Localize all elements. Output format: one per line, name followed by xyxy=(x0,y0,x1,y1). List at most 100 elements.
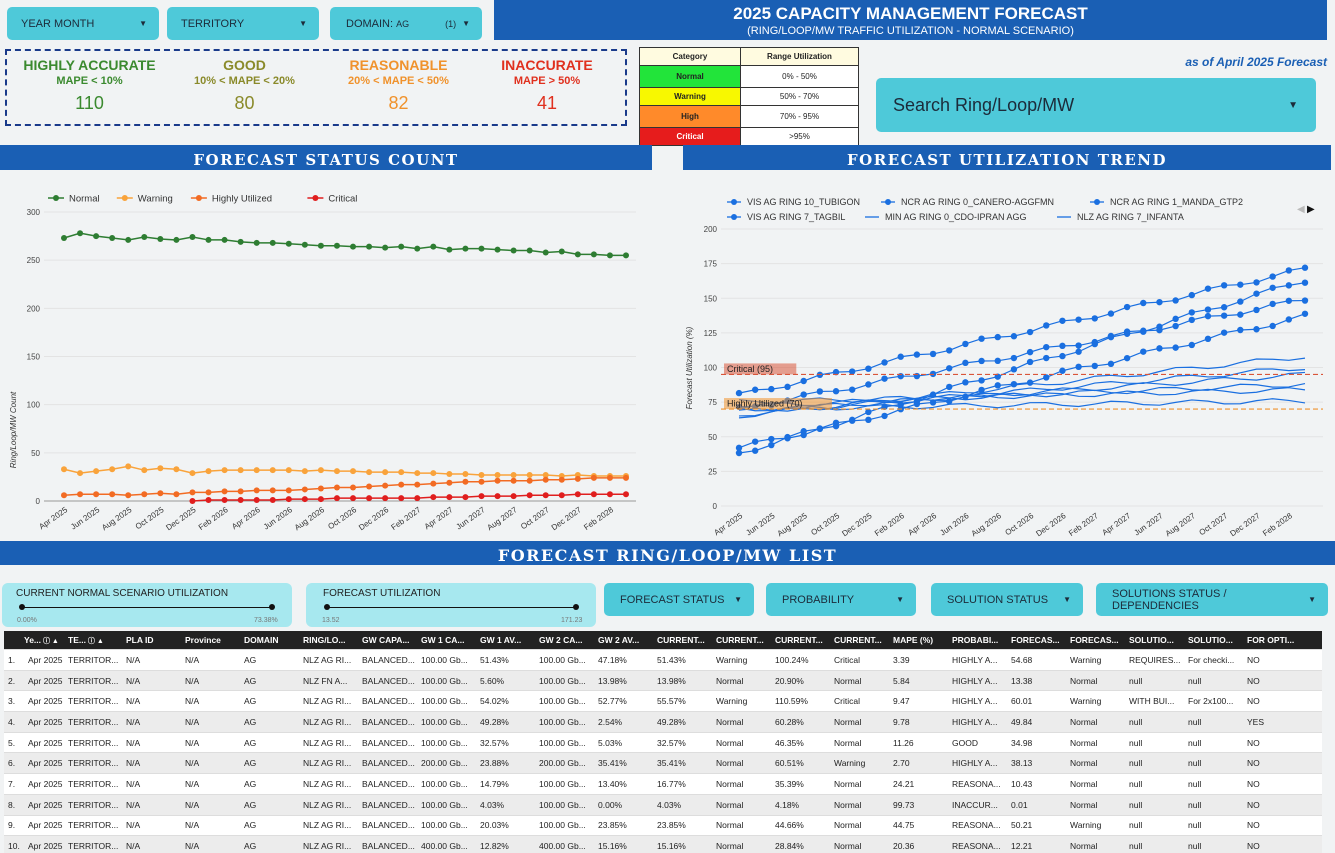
domain-dropdown[interactable]: DOMAIN: AG (1) ▼ xyxy=(330,7,482,40)
legend-label: Normal xyxy=(69,194,100,205)
sort-icon[interactable]: ⓘ ▲ xyxy=(86,638,104,645)
data-point xyxy=(382,244,389,251)
x-tick-label: Dec 2025 xyxy=(840,511,874,538)
territory-dropdown[interactable]: TERRITORY ▼ xyxy=(167,7,319,40)
table-row[interactable]: 6. Apr 2025 TERRITOR... N/A N/A AG NLZ AG RI..… xyxy=(4,753,1322,775)
page-title: 2025 CAPACITY MANAGEMENT FORECAST xyxy=(733,4,1088,23)
table-row[interactable]: 1. Apr 2025 TERRITOR... N/A N/A AG NLZ AG RI..… xyxy=(4,650,1322,671)
data-point xyxy=(1204,306,1212,313)
data-point xyxy=(1285,316,1293,323)
data-point xyxy=(1301,310,1309,317)
table-header-cell[interactable]: Province xyxy=(181,635,240,645)
data-point xyxy=(125,492,132,499)
table-header-row: Ye... ⓘ ▲ TE... ⓘ ▲ PLA ID Province DOMAIN RI… xyxy=(4,631,1322,650)
table-header-cell[interactable]: DOMAIN xyxy=(240,635,299,645)
table-header-cell[interactable]: Ye... ⓘ ▲ xyxy=(4,635,64,646)
data-point xyxy=(1204,285,1212,292)
table-row[interactable]: 4. Apr 2025 TERRITOR... N/A N/A AG NLZ AG RI..… xyxy=(4,712,1322,733)
table-cell: 34.98 xyxy=(1011,737,1033,748)
domain-value: AG xyxy=(396,18,410,29)
data-point xyxy=(494,477,501,484)
table-cell: Apr 2025 xyxy=(28,737,63,748)
data-point xyxy=(526,477,533,484)
data-point xyxy=(285,496,292,503)
table-header-cell[interactable]: SOLUTIO... xyxy=(1184,635,1243,645)
table-header-cell[interactable]: GW CAPA... xyxy=(358,635,417,645)
data-point xyxy=(301,486,308,493)
table-header-cell[interactable]: PROBABI... xyxy=(948,635,1007,645)
table-header-cell[interactable]: GW 1 CA... xyxy=(417,635,476,645)
table-cell: 12.21 xyxy=(1011,841,1033,852)
table-header-cell[interactable]: FORECAS... xyxy=(1066,635,1125,645)
data-point xyxy=(994,333,1001,341)
table-cell: 5.03% xyxy=(598,737,623,748)
threshold-label: Critical (95) xyxy=(727,364,773,374)
y-tick-label: 200 xyxy=(704,225,718,234)
table-row[interactable]: 8. Apr 2025 TERRITOR... N/A N/A AG NLZ AG RI..… xyxy=(4,794,1322,816)
table-cell: 44.75 xyxy=(893,820,915,831)
table-header-cell[interactable]: CURRENT... xyxy=(712,635,771,645)
table-header-cell[interactable]: RING/LO... xyxy=(299,635,358,645)
table-header-cell[interactable]: CURRENT... xyxy=(771,635,830,645)
legend-label: VIS AG RING 10_TUBIGON xyxy=(747,197,860,207)
table-row[interactable]: 7. Apr 2025 TERRITOR... N/A N/A AG NLZ AG RI..… xyxy=(4,774,1322,795)
table-cell: Normal xyxy=(1070,716,1098,727)
table-row[interactable]: 2. Apr 2025 TERRITOR... N/A N/A AG NLZ FN A...… xyxy=(4,670,1322,692)
sort-icon[interactable]: ⓘ ▲ xyxy=(41,638,59,645)
forecast-status-dropdown[interactable]: FORECAST STATUS ▼ xyxy=(604,583,754,616)
slider-min-handle[interactable] xyxy=(324,604,330,610)
table-row[interactable]: 5. Apr 2025 TERRITOR... N/A N/A AG NLZ AG RI..… xyxy=(4,733,1322,754)
table-row[interactable]: 9. Apr 2025 TERRITOR... N/A N/A AG NLZ AG RI..… xyxy=(4,816,1322,837)
table-header-cell[interactable]: GW 2 CA... xyxy=(535,635,594,645)
forecast-list-table[interactable]: Ye... ⓘ ▲ TE... ⓘ ▲ PLA ID Province DOMAIN RI… xyxy=(4,631,1322,853)
y-tick-label: 200 xyxy=(27,304,41,313)
table-header-cell[interactable]: MAPE (%) xyxy=(889,635,948,645)
table-header-cell[interactable]: GW 2 AV... xyxy=(594,635,653,645)
data-point xyxy=(366,495,373,502)
table-cell: WITH BUI... xyxy=(1129,696,1175,707)
legend-label: MIN AG RING 0_CDO-IPRAN AGG xyxy=(885,212,1027,222)
current-utilization-slider[interactable]: CURRENT NORMAL SCENARIO UTILIZATION 0.00… xyxy=(2,583,292,627)
table-header-cell[interactable]: GW 1 AV... xyxy=(476,635,535,645)
table-header-cell[interactable]: FOR OPTI... xyxy=(1243,635,1302,645)
kpi-sub: MAPE > 50% xyxy=(513,75,581,87)
table-row[interactable]: 3. Apr 2025 TERRITOR... N/A N/A AG NLZ AG RI..… xyxy=(4,691,1322,713)
slider-track[interactable] xyxy=(326,607,577,608)
legend-marker xyxy=(1094,199,1100,205)
legend-prev-icon[interactable]: ◀ xyxy=(1297,204,1305,215)
forecast-utilization-slider[interactable]: FORECAST UTILIZATION 13.52 171.23 xyxy=(306,583,596,627)
table-cell: null xyxy=(1188,675,1202,686)
table-cell: 100.00 Gb... xyxy=(421,696,468,707)
legend-normal-range: 0% - 50% xyxy=(740,65,859,88)
x-tick-label: Jun 2027 xyxy=(1132,511,1165,538)
table-header-cell[interactable]: CURRENT... xyxy=(830,635,889,645)
solution-dependencies-dropdown[interactable]: SOLUTIONS STATUS / DEPENDENCIES ▼ xyxy=(1096,583,1328,616)
probability-dropdown[interactable]: PROBABILITY ▼ xyxy=(766,583,916,616)
table-header-cell[interactable]: PLA ID xyxy=(122,635,181,645)
table-cell: BALANCED... xyxy=(362,820,415,831)
table-row[interactable]: 10. Apr 2025 TERRITOR... N/A N/A AG NLZ AG RI.… xyxy=(4,836,1322,853)
legend-next-icon[interactable]: ▶ xyxy=(1307,204,1315,215)
slider-track[interactable] xyxy=(21,607,274,608)
legend-marker xyxy=(885,199,891,205)
table-header-cell[interactable]: CURRENT... xyxy=(653,635,712,645)
table-cell: TERRITOR... xyxy=(68,654,119,665)
data-point xyxy=(849,416,856,424)
table-header-cell[interactable]: TE... ⓘ ▲ xyxy=(64,635,122,646)
data-point xyxy=(1075,316,1082,323)
search-ring-dropdown[interactable]: Search Ring/Loop/MW ▼ xyxy=(876,78,1316,132)
data-point xyxy=(269,239,276,246)
year-month-dropdown[interactable]: YEAR MONTH ▼ xyxy=(7,7,159,40)
slider-min-handle[interactable] xyxy=(19,604,25,610)
data-point xyxy=(962,359,969,367)
slider-max-handle[interactable] xyxy=(269,604,275,610)
table-cell: N/A xyxy=(185,716,200,727)
table-header-cell[interactable]: SOLUTIO... xyxy=(1125,635,1184,645)
legend-high: High xyxy=(639,105,741,128)
slider-max-handle[interactable] xyxy=(573,604,579,610)
table-header-cell[interactable]: FORECAS... xyxy=(1007,635,1066,645)
data-point xyxy=(881,359,888,366)
solution-status-dropdown[interactable]: SOLUTION STATUS ▼ xyxy=(931,583,1083,616)
table-cell: N/A xyxy=(126,716,141,727)
data-point xyxy=(237,497,244,504)
